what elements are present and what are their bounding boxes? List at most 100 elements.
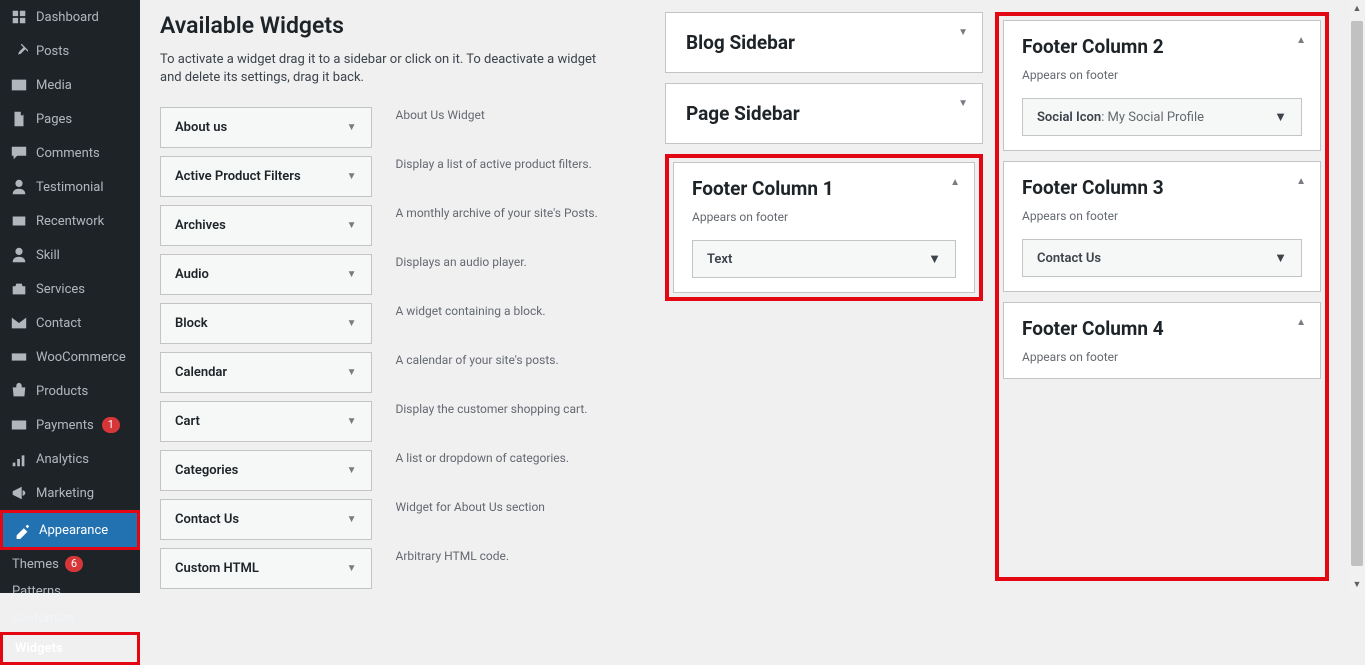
available-widgets-desc: To activate a widget drag it to a sideba…: [160, 51, 605, 87]
scroll-up-arrow[interactable]: ▲: [1349, 0, 1365, 17]
appearance-icon: [13, 521, 31, 539]
menu-label: Recentwork: [36, 214, 104, 229]
available-widget-about-us[interactable]: About us ▼: [160, 107, 372, 148]
available-widget-archives[interactable]: Archives▼: [160, 205, 372, 246]
menu-item-recentwork[interactable]: Recentwork: [0, 204, 140, 238]
area-title: Footer Column 2: [1022, 35, 1302, 58]
available-widget-active-product-filters[interactable]: Active Product Filters▼: [160, 156, 372, 197]
available-widget-block[interactable]: Block▼: [160, 303, 372, 344]
widget-name: Contact Us: [175, 512, 239, 527]
menu-label: WooCommerce: [36, 350, 126, 365]
widget-description: A widget containing a block.: [394, 303, 606, 344]
chevron-down-icon: ▼: [928, 251, 941, 267]
area-title: Blog Sidebar: [686, 31, 962, 54]
pin-icon: [10, 42, 28, 60]
widget-area-blog-sidebar[interactable]: Blog Sidebar▼: [665, 12, 983, 73]
menu-label: Media: [36, 78, 72, 93]
pages-icon: [10, 110, 28, 128]
menu-item-dashboard[interactable]: Dashboard: [0, 0, 140, 34]
highlighted-area: Footer Column 1▲Appears on footerText▼: [665, 154, 983, 301]
submenu-item-themes[interactable]: Themes6: [0, 550, 140, 578]
submenu-item-patterns[interactable]: Patterns: [0, 578, 140, 605]
available-widget-custom-html[interactable]: Custom HTML ▼: [160, 548, 372, 589]
chevron-down-icon: ▼: [347, 465, 357, 476]
marketing-icon: [10, 484, 28, 502]
menu-label: Products: [36, 384, 88, 399]
chevron-up-icon[interactable]: ▲: [1296, 35, 1306, 46]
available-widget-categories[interactable]: Categories▼: [160, 450, 372, 491]
menu-item-contact[interactable]: Contact: [0, 306, 140, 340]
menu-item-pages[interactable]: Pages: [0, 102, 140, 136]
chevron-down-icon: ▼: [347, 367, 357, 378]
chevron-down-icon: ▼: [347, 122, 357, 133]
widget-area-page-sidebar[interactable]: Page Sidebar▼: [665, 83, 983, 144]
menu-item-skill[interactable]: Skill: [0, 238, 140, 272]
chevron-up-icon[interactable]: ▲: [1296, 176, 1306, 187]
scroll-down-arrow[interactable]: ▼: [1349, 576, 1365, 593]
area-description: Appears on footer: [1022, 68, 1302, 82]
placed-widget-social-icon[interactable]: Social Icon: My Social Profile ▼: [1022, 98, 1302, 136]
widget-description: Display the customer shopping cart.: [394, 401, 606, 442]
widget-name: Archives: [175, 218, 226, 233]
widget-description: Arbitrary HTML code.: [394, 548, 606, 589]
area-description: Appears on footer: [1022, 350, 1302, 364]
chevron-up-icon[interactable]: ▲: [1296, 317, 1306, 328]
woo-icon: [10, 348, 28, 366]
placed-widget-text[interactable]: Text ▼: [692, 240, 956, 278]
menu-item-payments[interactable]: Payments1: [0, 408, 140, 442]
chevron-down-icon: ▼: [347, 563, 357, 574]
placed-widget-label: Text: [707, 252, 732, 267]
menu-label: Payments: [36, 418, 94, 433]
chevron-down-icon: ▼: [1274, 250, 1287, 266]
menu-label: Contact: [36, 316, 81, 331]
chevron-down-icon: ▼: [1274, 109, 1287, 125]
submenu-label: Patterns: [12, 584, 61, 599]
chevron-up-icon[interactable]: ▲: [950, 177, 960, 188]
chevron-down-icon: ▼: [347, 416, 357, 427]
area-title: Page Sidebar: [686, 102, 962, 125]
comments-icon: [10, 144, 28, 162]
submenu-item-customize[interactable]: Customize: [0, 605, 140, 632]
widget-name: About us: [175, 120, 227, 135]
widget-area-footer-column-1[interactable]: Footer Column 1▲Appears on footerText▼: [673, 162, 975, 293]
menu-item-testimonial[interactable]: Testimonial: [0, 170, 140, 204]
widget-name: Custom HTML: [175, 561, 259, 576]
menu-label: Marketing: [36, 486, 94, 501]
chevron-down-icon: ▼: [347, 171, 357, 182]
widget-name: Cart: [175, 414, 200, 429]
menu-item-posts[interactable]: Posts: [0, 34, 140, 68]
admin-sidebar: DashboardPosts Media PagesComments Testimon…: [0, 0, 140, 593]
area-description: Appears on footer: [692, 210, 956, 224]
chevron-down-icon[interactable]: ▼: [958, 27, 968, 38]
placed-widget-label: Social Icon: My Social Profile: [1037, 110, 1204, 125]
menu-item-analytics[interactable]: Analytics: [0, 442, 140, 476]
menu-item-appearance[interactable]: Appearance: [0, 510, 140, 550]
available-widget-cart[interactable]: Cart ▼: [160, 401, 372, 442]
menu-item-media[interactable]: Media: [0, 68, 140, 102]
menu-item-marketing[interactable]: Marketing: [0, 476, 140, 510]
menu-label: Testimonial: [36, 180, 104, 195]
scrollbar-thumb[interactable]: [1351, 21, 1363, 566]
menu-item-comments[interactable]: Comments: [0, 136, 140, 170]
skill-icon: [10, 246, 28, 264]
placed-widget-contact-us[interactable]: Contact Us▼: [1022, 239, 1302, 277]
scrollbar-track[interactable]: [1349, 17, 1365, 576]
menu-item-woocommerce[interactable]: WooCommerce: [0, 340, 140, 374]
available-widget-calendar[interactable]: Calendar ▼: [160, 352, 372, 393]
widget-area-footer-column-4[interactable]: Footer Column 4▲Appears on footer: [1003, 302, 1321, 379]
chevron-down-icon[interactable]: ▼: [958, 98, 968, 109]
widget-description: A monthly archive of your site's Posts.: [394, 205, 606, 246]
widget-name: Calendar: [175, 365, 227, 380]
menu-item-services[interactable]: Services: [0, 272, 140, 306]
analytics-icon: [10, 450, 28, 468]
widget-area-footer-column-2[interactable]: Footer Column 2▲ Appears on footer Social …: [1003, 20, 1321, 151]
menu-item-products[interactable]: Products: [0, 374, 140, 408]
available-widget-contact-us[interactable]: Contact Us▼: [160, 499, 372, 540]
available-widget-audio[interactable]: Audio▼: [160, 254, 372, 295]
submenu-item-widgets[interactable]: Widgets: [0, 632, 140, 665]
widget-description: A list or dropdown of categories.: [394, 450, 606, 491]
widget-area-footer-column-3[interactable]: Footer Column 3▲Appears on footerContact…: [1003, 161, 1321, 292]
main-content: Available Widgets To activate a widget d…: [140, 0, 1349, 593]
products-icon: [10, 382, 28, 400]
vertical-scrollbar[interactable]: ▲ ▼: [1349, 0, 1365, 593]
